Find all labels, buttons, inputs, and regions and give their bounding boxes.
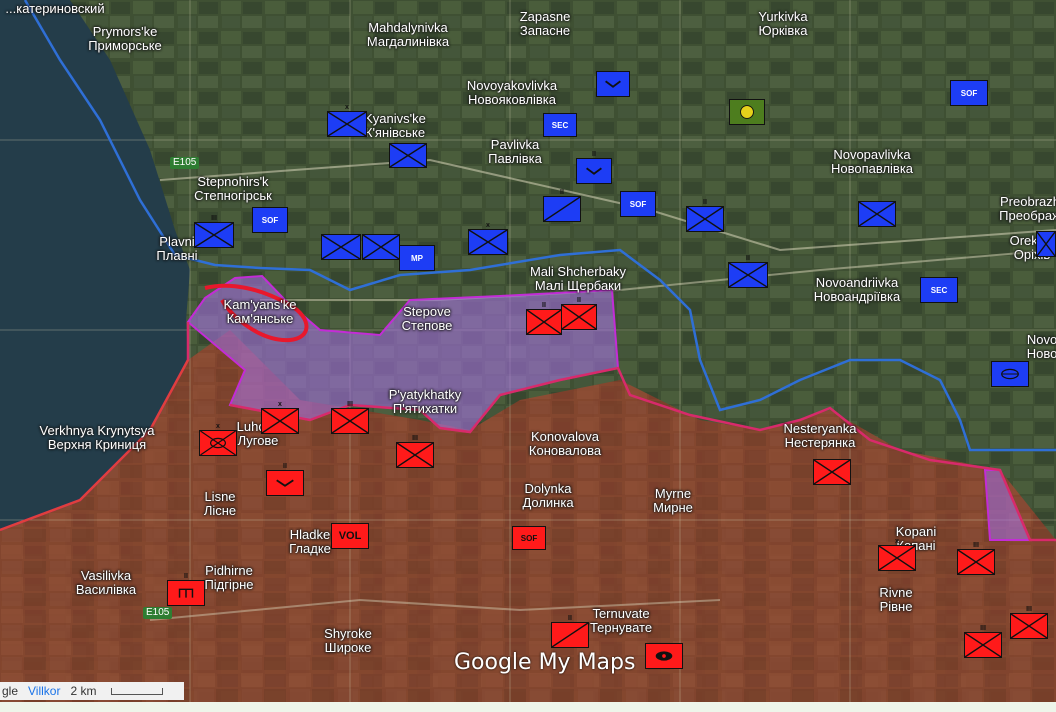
ua-armor-unit-marker[interactable]: II <box>576 151 612 184</box>
ua-sof-unit-marker[interactable]: SOF <box>620 191 656 217</box>
ua-infantry-unit-marker[interactable] <box>858 201 896 227</box>
road-label-e105: E105 <box>170 157 200 169</box>
ua-infantry-unit-marker[interactable] <box>389 143 427 168</box>
ru-infantry-unit-marker[interactable]: III <box>331 401 369 434</box>
ua-armor-unit-marker[interactable] <box>596 71 630 97</box>
ua-national-guard-unit-marker[interactable] <box>729 99 765 125</box>
map-footer: gle Villkor 2 km <box>0 682 184 700</box>
ua-sof-unit-marker[interactable]: SOF <box>950 80 988 106</box>
ua-infantry-unit-marker[interactable] <box>362 234 400 260</box>
ru-infantry-unit-marker[interactable]: III <box>957 542 995 575</box>
ua-infantry-unit-marker[interactable] <box>1036 231 1056 257</box>
ru-infantry-unit-marker[interactable]: II <box>561 297 597 330</box>
ru-infantry-unit-marker[interactable]: x <box>878 538 916 571</box>
scale-bar <box>110 687 163 695</box>
road-label-e105: E105 <box>143 607 173 619</box>
ua-military-police-unit-marker[interactable]: MP <box>399 245 435 271</box>
ru-engineer-unit-marker[interactable]: II <box>167 573 205 606</box>
ru-infantry-unit-marker[interactable]: II <box>526 302 562 335</box>
ru-infantry-unit-marker[interactable] <box>813 459 851 485</box>
ua-sec-unit-marker[interactable]: SEC <box>543 113 577 137</box>
ua-sec-unit-marker[interactable]: SEC <box>920 277 958 303</box>
scale-label: 2 km <box>70 684 97 698</box>
ua-infantry-unit-marker[interactable]: III <box>194 215 234 248</box>
ru-infantry-unit-marker[interactable]: III <box>964 625 1002 658</box>
ua-recon-unit-marker[interactable] <box>991 361 1029 387</box>
ua-infantry-unit-marker[interactable]: II <box>728 255 768 288</box>
ua-mechanized-unit-marker[interactable]: II <box>543 189 581 222</box>
ru-infantry-unit-marker[interactable]: III <box>396 435 434 468</box>
bottom-strip <box>0 702 1056 712</box>
ua-sof-unit-marker[interactable]: SOF <box>252 207 288 233</box>
satellite-map[interactable] <box>0 0 1056 712</box>
provider-text: gle <box>2 684 19 698</box>
ru-volunteer-unit-marker[interactable]: VOL <box>331 523 369 549</box>
ru-sof-unit-marker[interactable]: SOF <box>512 526 546 550</box>
google-my-maps-logo: Google My Maps <box>454 650 636 675</box>
ru-infantry-unit-marker[interactable]: x <box>261 401 299 434</box>
terms-link[interactable]: Villkor <box>28 684 60 698</box>
ua-infantry-unit-marker[interactable] <box>321 234 361 260</box>
ru-armor-unit-marker[interactable]: II <box>266 463 304 496</box>
ua-infantry-unit-marker[interactable]: x <box>468 222 508 255</box>
ru-recon-unit-marker[interactable] <box>645 643 683 669</box>
ua-infantry-unit-marker[interactable]: x <box>327 104 367 137</box>
ua-infantry-unit-marker[interactable]: II <box>686 199 724 232</box>
ru-recon-unit-marker[interactable]: x <box>199 423 237 456</box>
ru-infantry-unit-marker[interactable]: III <box>1010 606 1048 639</box>
ru-armored-infantry-unit-marker[interactable]: II <box>551 615 589 648</box>
